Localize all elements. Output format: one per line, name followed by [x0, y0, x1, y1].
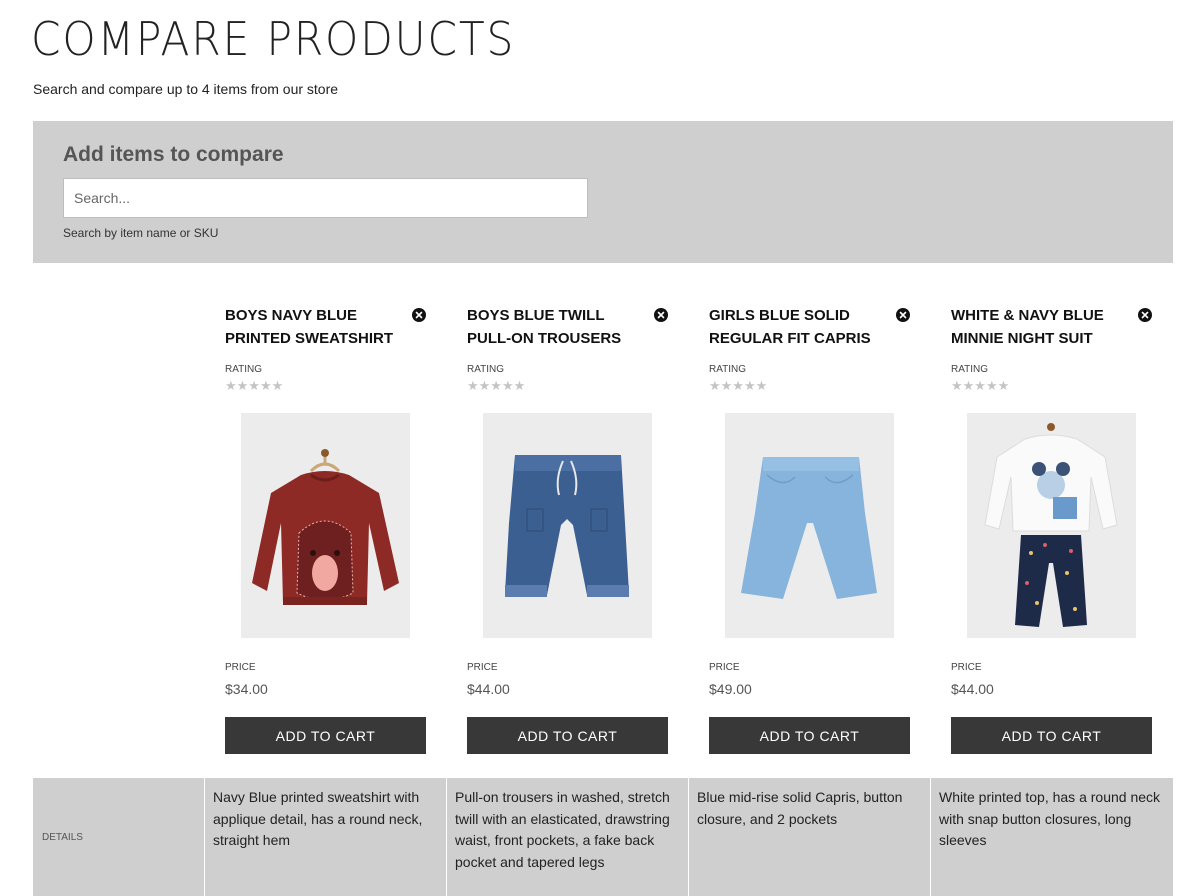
details-label: DETAILS: [33, 778, 205, 896]
price-label: PRICE: [951, 662, 982, 673]
product-details: Pull-on trousers in washed, stretch twil…: [447, 778, 689, 896]
details-row: DETAILS Navy Blue printed sweatshirt wit…: [33, 778, 1173, 896]
product-image[interactable]: [483, 413, 652, 638]
product-image[interactable]: [241, 413, 410, 638]
product-price: $34.00: [225, 681, 268, 697]
product-image[interactable]: [967, 413, 1136, 638]
remove-product-button[interactable]: [1138, 308, 1152, 322]
search-input[interactable]: [63, 178, 588, 218]
rating-label: RATING: [467, 364, 505, 375]
rating-label: RATING: [225, 364, 263, 375]
page-subtitle: Search and compare up to 4 items from ou…: [33, 81, 339, 97]
product-image[interactable]: [725, 413, 894, 638]
add-to-cart-button[interactable]: ADD TO CART: [951, 717, 1152, 754]
close-icon: [657, 311, 665, 319]
price-label: PRICE: [709, 662, 740, 673]
product-name[interactable]: BOYS NAVY BLUE PRINTED SWEATSHIRT: [225, 304, 410, 350]
minnie-night-suit-image: [967, 413, 1136, 638]
search-hint: Search by item name or SKU: [63, 226, 219, 240]
close-icon: [415, 311, 423, 319]
rating-label: RATING: [951, 364, 989, 375]
product-details: Blue mid-rise solid Capris, button closu…: [689, 778, 931, 896]
search-panel: Add items to compare Search by item name…: [33, 121, 1173, 263]
star-rating: ★★★★★: [951, 378, 1010, 393]
product-details: White printed top, has a round neck with…: [939, 789, 1161, 848]
product-price: $44.00: [467, 681, 510, 697]
add-to-cart-button[interactable]: ADD TO CART: [467, 717, 668, 754]
page-title: COMPARE PRODUCTS: [31, 12, 516, 66]
price-label: PRICE: [467, 662, 498, 673]
product-details: Navy Blue printed sweatshirt with appliq…: [205, 778, 447, 896]
maroon-sweatshirt-image: [241, 413, 410, 638]
price-label: PRICE: [225, 662, 256, 673]
light-blue-capris-image: [725, 413, 894, 638]
product-price: $49.00: [709, 681, 752, 697]
remove-product-button[interactable]: [654, 308, 668, 322]
remove-product-button[interactable]: [412, 308, 426, 322]
add-to-cart-button[interactable]: ADD TO CART: [709, 717, 910, 754]
close-icon: [1141, 311, 1149, 319]
product-name[interactable]: GIRLS BLUE SOLID REGULAR FIT CAPRIS: [709, 304, 894, 350]
search-heading: Add items to compare: [63, 143, 284, 166]
product-name[interactable]: WHITE & NAVY BLUE MINNIE NIGHT SUIT: [951, 304, 1136, 350]
remove-product-button[interactable]: [896, 308, 910, 322]
product-price: $44.00: [951, 681, 994, 697]
close-icon: [899, 311, 907, 319]
star-rating: ★★★★★: [225, 378, 284, 393]
denim-trousers-image: [483, 413, 652, 638]
rating-label: RATING: [709, 364, 747, 375]
star-rating: ★★★★★: [709, 378, 768, 393]
add-to-cart-button[interactable]: ADD TO CART: [225, 717, 426, 754]
product-name[interactable]: BOYS BLUE TWILL PULL-ON TROUSERS: [467, 304, 652, 350]
star-rating: ★★★★★: [467, 378, 526, 393]
